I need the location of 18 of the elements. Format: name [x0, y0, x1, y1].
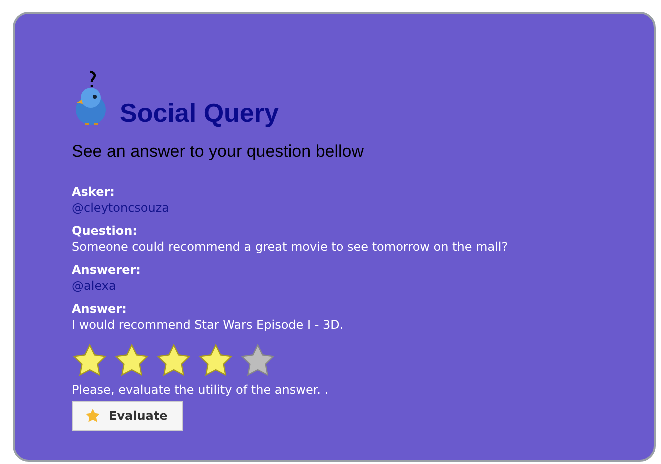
star-icon[interactable] — [114, 343, 150, 379]
field-value: Someone could recommend a great movie to see tomorrow on the mall? — [72, 239, 510, 255]
user-handle: @cleytoncsouza — [72, 200, 171, 216]
subtitle: See an answer to your question bellow — [72, 142, 366, 162]
star-icon[interactable] — [156, 343, 192, 379]
field-label: Question: — [72, 223, 138, 239]
star-icon[interactable] — [72, 343, 108, 379]
star-icon — [85, 408, 101, 424]
field-label: Answerer: — [72, 262, 142, 278]
field-label: Answer: — [72, 301, 128, 317]
app-title: Social Query — [120, 98, 279, 128]
star-icon[interactable] — [240, 343, 276, 379]
star-icon[interactable] — [198, 343, 234, 379]
field-label: Asker: — [72, 184, 116, 200]
user-handle: @alexa — [72, 278, 118, 294]
field-value: I would recommend Star Wars Episode I - 3D. — [72, 317, 345, 333]
rating-hint: Please, evaluate the utility of the answer. . — [72, 383, 330, 397]
evaluate-button[interactable]: Evaluate — [72, 401, 183, 431]
